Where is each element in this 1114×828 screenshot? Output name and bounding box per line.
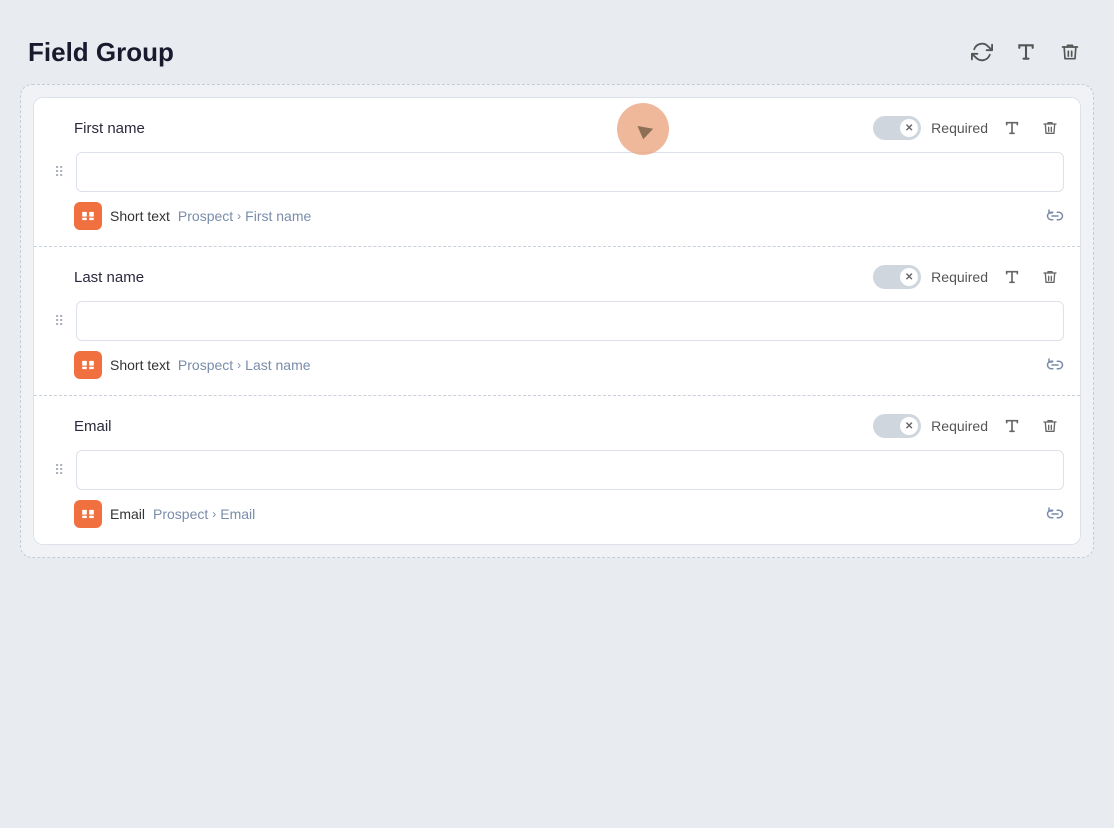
delete-icon-first-name[interactable] — [1036, 114, 1064, 142]
field-path-first-name: Prospect › First name — [178, 208, 311, 224]
path-entity-first-name: Prospect — [178, 208, 233, 224]
field-header-first-name: First name ✕ Required — [50, 114, 1064, 142]
refresh-button[interactable] — [966, 36, 998, 68]
field-row-email: Email ✕ Required — [34, 396, 1080, 544]
field-path-email: Prospect › Email — [153, 506, 255, 522]
field-meta-email: Email Prospect › Email — [74, 500, 255, 528]
toggle-x-last-name: ✕ — [900, 268, 918, 286]
field-meta-first-name: Short text Prospect › First name — [74, 202, 311, 230]
path-entity-email: Prospect — [153, 506, 208, 522]
type-icon-last-name[interactable] — [998, 263, 1026, 291]
path-entity-last-name: Prospect — [178, 357, 233, 373]
field-controls-first-name: ✕ Required — [873, 114, 1064, 142]
input-last-name[interactable] — [76, 301, 1064, 341]
unlink-button-email[interactable] — [1046, 505, 1064, 523]
field-label-last-name: Last name — [74, 269, 144, 286]
field-label-first-name: First name — [74, 120, 145, 137]
drag-handle-first-name[interactable]: ⠿ — [50, 160, 68, 185]
path-field-first-name: First name — [245, 208, 311, 224]
outer-card: First name ✕ Required — [20, 84, 1094, 558]
toggle-x-first-name: ✕ — [900, 119, 918, 137]
path-field-last-name: Last name — [245, 357, 310, 373]
field-body-first-name: ⠿ — [50, 152, 1064, 192]
required-label-email: Required — [931, 418, 988, 434]
field-meta-last-name: Short text Prospect › Last name — [74, 351, 311, 379]
input-email[interactable] — [76, 450, 1064, 490]
field-type-badge-first-name — [74, 202, 102, 230]
field-type-label-last-name: Short text — [110, 357, 170, 373]
field-body-last-name: ⠿ — [50, 301, 1064, 341]
field-type-badge-email — [74, 500, 102, 528]
field-path-last-name: Prospect › Last name — [178, 357, 311, 373]
unlink-button-last-name[interactable] — [1046, 356, 1064, 374]
required-toggle-first-name[interactable]: ✕ — [873, 116, 921, 140]
field-body-email: ⠿ — [50, 450, 1064, 490]
field-footer-last-name: Short text Prospect › Last name — [50, 351, 1064, 379]
path-arrow-first-name: › — [237, 209, 241, 223]
drag-handle-last-name[interactable]: ⠿ — [50, 309, 68, 334]
unlink-button-first-name[interactable] — [1046, 207, 1064, 225]
path-arrow-last-name: › — [237, 358, 241, 372]
field-label-email: Email — [74, 418, 112, 435]
required-toggle-email[interactable]: ✕ — [873, 414, 921, 438]
field-row-first-name: First name ✕ Required — [34, 98, 1080, 247]
required-label-first-name: Required — [931, 120, 988, 136]
type-icon-email[interactable] — [998, 412, 1026, 440]
field-footer-email: Email Prospect › Email — [50, 500, 1064, 528]
field-header-last-name: Last name ✕ Required — [50, 263, 1064, 291]
field-type-badge-last-name — [74, 351, 102, 379]
field-controls-last-name: ✕ Required — [873, 263, 1064, 291]
type-icon-first-name[interactable] — [998, 114, 1026, 142]
delete-button[interactable] — [1054, 36, 1086, 68]
delete-icon-email[interactable] — [1036, 412, 1064, 440]
field-header-email: Email ✕ Required — [50, 412, 1064, 440]
required-toggle-last-name[interactable]: ✕ — [873, 265, 921, 289]
field-group-header: Field Group — [20, 36, 1094, 84]
field-controls-email: ✕ Required — [873, 412, 1064, 440]
path-field-email: Email — [220, 506, 255, 522]
toggle-x-email: ✕ — [900, 417, 918, 435]
page-wrapper: Field Group — [20, 20, 1094, 574]
page-title: Field Group — [28, 37, 174, 68]
drag-handle-email[interactable]: ⠿ — [50, 458, 68, 483]
field-row-last-name: Last name ✕ Required — [34, 247, 1080, 396]
input-first-name[interactable] — [76, 152, 1064, 192]
type-button[interactable] — [1010, 36, 1042, 68]
field-type-label-email: Email — [110, 506, 145, 522]
field-footer-first-name: Short text Prospect › First name — [50, 202, 1064, 230]
fields-container: First name ✕ Required — [33, 97, 1081, 545]
field-type-label-first-name: Short text — [110, 208, 170, 224]
required-label-last-name: Required — [931, 269, 988, 285]
path-arrow-email: › — [212, 507, 216, 521]
header-actions — [966, 36, 1086, 68]
delete-icon-last-name[interactable] — [1036, 263, 1064, 291]
